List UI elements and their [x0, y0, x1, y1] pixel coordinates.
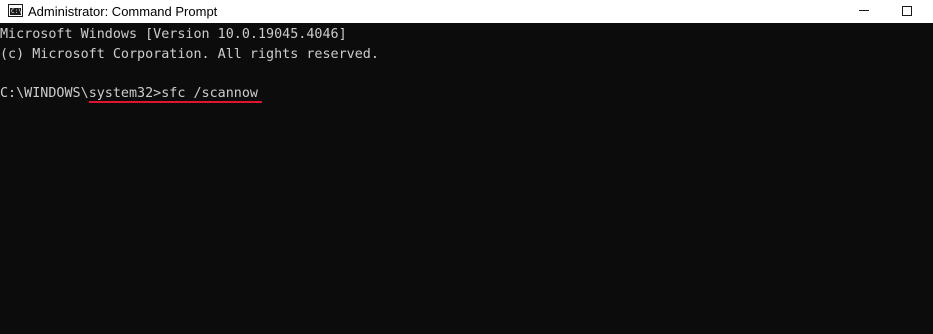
highlighted-command: system32>sfc /scannow — [88, 84, 262, 104]
maximize-button[interactable] — [884, 0, 930, 23]
command-prompt-window: C:\ Administrator: Command Prompt Micros… — [0, 0, 933, 334]
command-text: sfc /scannow — [161, 85, 258, 101]
prompt-path-start: C:\WINDOWS\ — [0, 85, 89, 101]
prompt-path-rest: system32> — [88, 85, 162, 101]
console-line-version: Microsoft Windows [Version 10.0.19045.40… — [0, 27, 347, 42]
cmd-icon: C:\ — [8, 4, 23, 17]
red-underline-annotation — [88, 100, 262, 103]
minimize-icon — [859, 10, 869, 11]
minimize-button[interactable] — [841, 0, 887, 23]
title-bar[interactable]: C:\ Administrator: Command Prompt — [0, 0, 933, 23]
console-output[interactable]: Microsoft Windows [Version 10.0.19045.40… — [0, 25, 933, 334]
cmd-icon-glyph: C:\ — [11, 8, 22, 15]
window-title: Administrator: Command Prompt — [28, 4, 218, 19]
command-prompt-line[interactable]: C:\WINDOWS\system32>sfc /scannow — [0, 84, 262, 104]
console-line-copyright: (c) Microsoft Corporation. All rights re… — [0, 46, 379, 62]
maximize-icon — [902, 6, 912, 16]
